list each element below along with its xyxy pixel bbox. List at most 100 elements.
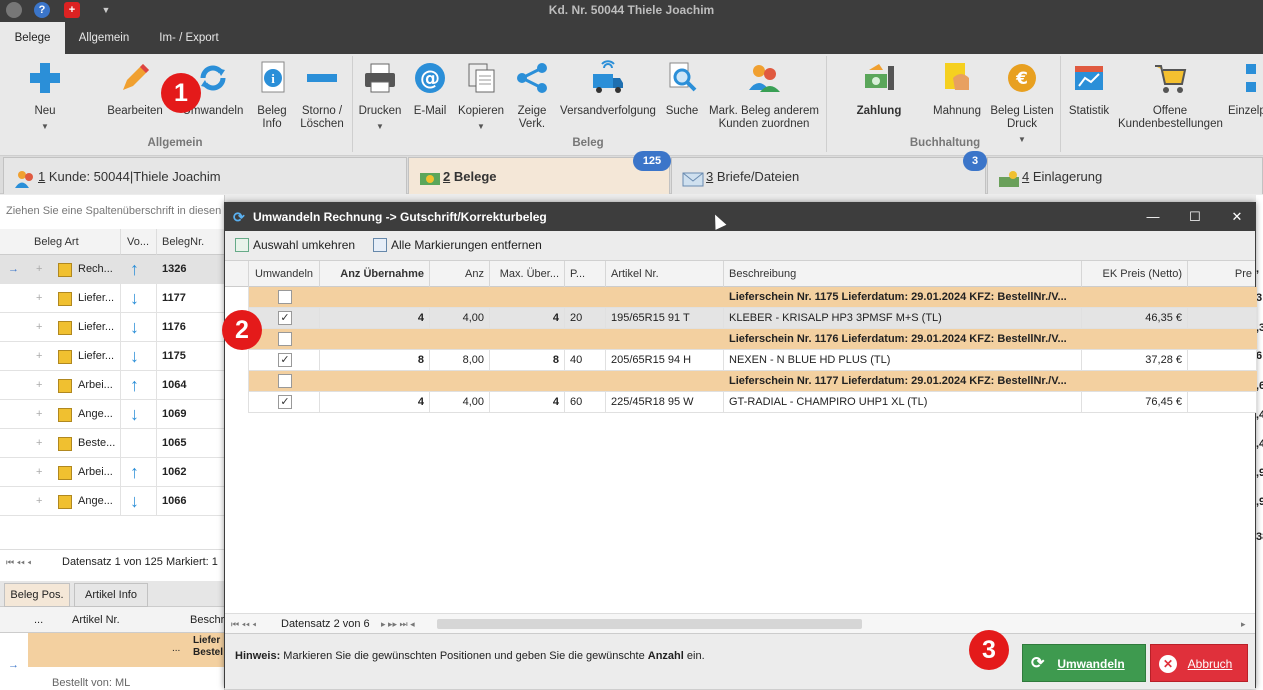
storno-button[interactable]: Storno / Löschen bbox=[298, 60, 346, 131]
search-button[interactable]: Suche bbox=[663, 60, 701, 118]
group-label-beleg: Beleg bbox=[572, 137, 604, 149]
expand-icon[interactable]: + bbox=[36, 487, 42, 516]
nav-first-icon[interactable]: ⏮ ◂◂ ◂ bbox=[6, 550, 31, 574]
close-button[interactable]: ✕ bbox=[1217, 203, 1257, 231]
scroll-right-icon[interactable]: ▸ bbox=[1241, 614, 1246, 634]
shipment-tracking-button[interactable]: Versandverfolgung bbox=[560, 60, 656, 118]
table-row[interactable]: + Beste... 1065 bbox=[0, 429, 225, 458]
group-row[interactable]: Lieferschein Nr. 1177 Lieferdatum: 29.01… bbox=[249, 371, 1257, 392]
table-row[interactable]: + Arbei... ↑ 1062 bbox=[0, 458, 225, 487]
dialog-toolbar: Auswahl umkehren Alle Markierungen entfe… bbox=[225, 231, 1255, 261]
belegnr-cell: 1175 bbox=[162, 350, 186, 362]
table-row[interactable]: 4 4,00 4 60 225/45R18 95 W GT-RADIAL - CHAMPI… bbox=[249, 392, 1257, 413]
table-row[interactable]: 8 8,00 8 40 205/65R15 94 H NEXEN - N BLUE HD … bbox=[249, 350, 1257, 371]
cancel-button[interactable]: ✕ Abbruch bbox=[1150, 644, 1248, 682]
table-row[interactable]: + Liefer... ↓ 1175 bbox=[0, 342, 225, 371]
convert-ok-button[interactable]: ⟳ Umwandeln bbox=[1022, 644, 1146, 682]
column-header-p[interactable]: P... bbox=[565, 261, 606, 287]
table-row[interactable]: + Arbei... ↑ 1064 bbox=[0, 371, 225, 400]
statistics-button[interactable]: Statistik bbox=[1066, 60, 1112, 118]
expand-icon[interactable]: + bbox=[36, 371, 42, 400]
preis-cell bbox=[1188, 350, 1257, 371]
group-row[interactable]: Lieferschein Nr. 1176 Lieferdatum: 29.01… bbox=[249, 329, 1257, 350]
column-header-belegnr[interactable]: BelegNr. bbox=[156, 229, 225, 255]
email-button[interactable]: @ E-Mail bbox=[410, 60, 450, 118]
expand-icon[interactable]: + bbox=[36, 313, 42, 342]
record-count: Datensatz 1 von 125 Markiert: 1 bbox=[62, 556, 218, 568]
new-button[interactable]: Neu ▼ bbox=[22, 60, 68, 133]
expand-icon[interactable]: + bbox=[36, 342, 42, 371]
group-checkbox[interactable] bbox=[278, 332, 292, 346]
artikel-nr-cell: 195/65R15 91 T bbox=[606, 308, 724, 329]
convert-checkbox[interactable]: ✓ bbox=[278, 353, 292, 367]
expand-icon[interactable]: + bbox=[36, 255, 42, 284]
tab-belege[interactable]: 2 Belege bbox=[408, 157, 670, 194]
nav-buttons-icon[interactable]: ⏮ ◂◂ ◂ bbox=[231, 614, 256, 634]
column-header-artikel-nr[interactable]: Artikel Nr. bbox=[606, 261, 724, 287]
column-header-beschreibung[interactable]: Beschreibung bbox=[724, 261, 1082, 287]
cut-off-value: ,9 bbox=[1256, 467, 1263, 479]
lower-grid-row[interactable]: ... Liefer Bestel bbox=[28, 633, 225, 667]
table-row[interactable]: 4 4,00 4 20 195/65R15 91 T KLEBER - KRISALP H… bbox=[249, 308, 1257, 329]
table-row[interactable]: + Ange... ↓ 1069 bbox=[0, 400, 225, 429]
belegnr-cell: 1069 bbox=[162, 408, 187, 420]
column-header-umwandeln[interactable]: Umwandeln bbox=[249, 261, 320, 287]
tab-einlagerung[interactable]: 4 Einlagerung bbox=[987, 157, 1263, 194]
clear-marks-button[interactable]: Alle Markierungen entfernen bbox=[373, 238, 542, 252]
horizontal-scrollbar[interactable] bbox=[437, 619, 862, 629]
minimize-button[interactable]: — bbox=[1133, 203, 1173, 231]
group-row[interactable]: Lieferschein Nr. 1175 Lieferdatum: 29.01… bbox=[249, 287, 1257, 308]
beleg-list-print-button[interactable]: € Beleg Listen Druck ▼ bbox=[990, 60, 1054, 146]
column-header-beleg-art[interactable]: Beleg Art bbox=[0, 229, 120, 255]
position-cell: 60 bbox=[565, 392, 606, 413]
reminder-button[interactable]: Mahnung bbox=[930, 60, 984, 118]
beschreibung-cell: GT-RADIAL - CHAMPIRO UHP1 XL (TL) bbox=[724, 392, 1082, 413]
maximize-button[interactable]: ☐ bbox=[1175, 203, 1215, 231]
plus-icon bbox=[27, 60, 63, 96]
show-links-button[interactable]: Zeige Verk. bbox=[512, 60, 552, 131]
expand-icon[interactable]: + bbox=[36, 400, 42, 429]
tab-beleg-pos[interactable]: Beleg Pos. bbox=[4, 583, 70, 607]
group-checkbox[interactable] bbox=[278, 290, 292, 304]
assign-customer-button[interactable]: Mark. Beleg anderem Kunden zuordnen bbox=[708, 60, 820, 131]
table-row[interactable]: + Ange... ↓ 1066 bbox=[0, 487, 225, 516]
lower-grid-header: ... Artikel Nr. Beschr bbox=[0, 607, 225, 633]
nav-next-icon[interactable]: ▸ ▸▸ ⏭ ◂ bbox=[381, 614, 415, 634]
tab-kunde[interactable]: 1 Kunde: 50044|Thiele Joachim bbox=[3, 157, 407, 194]
expand-icon[interactable]: + bbox=[36, 429, 42, 458]
ek-preis-cell: 76,45 € bbox=[1082, 392, 1188, 413]
expand-icon[interactable]: + bbox=[36, 458, 42, 487]
convert-checkbox[interactable]: ✓ bbox=[278, 311, 292, 325]
column-header-ek-preis[interactable]: EK Preis (Netto) bbox=[1082, 261, 1188, 287]
payment-button[interactable]: Zahlung bbox=[850, 60, 908, 118]
table-row[interactable]: + Liefer... ↓ 1176 bbox=[0, 313, 225, 342]
tab-artikel-info[interactable]: Artikel Info bbox=[74, 583, 148, 607]
expand-icon[interactable]: + bbox=[36, 284, 42, 313]
tab-briefe[interactable]: 3 Briefe/Dateien bbox=[671, 157, 986, 194]
edit-button[interactable]: Bearbeiten bbox=[105, 60, 165, 118]
group-checkbox[interactable] bbox=[278, 374, 292, 388]
column-header-anz[interactable]: Anz bbox=[430, 261, 490, 287]
table-row[interactable]: → + Rech... ↑ 1326 bbox=[0, 255, 225, 284]
column-header-max-uebernahme[interactable]: Max. Über... bbox=[490, 261, 565, 287]
ribbon-tab-belege[interactable]: Belege bbox=[0, 22, 65, 54]
column-header-vo[interactable]: Vo... bbox=[120, 229, 156, 255]
convert-checkbox[interactable]: ✓ bbox=[278, 395, 292, 409]
beleg-info-button[interactable]: i Beleg Info bbox=[252, 60, 292, 131]
ek-preis-cell: 37,28 € bbox=[1082, 350, 1188, 371]
anz-uebernahme-cell[interactable]: 4 bbox=[320, 308, 430, 329]
copy-button[interactable]: Kopieren ▼ bbox=[456, 60, 506, 133]
column-header-anz-uebernahme[interactable]: Anz Übernahme bbox=[320, 261, 430, 287]
ribbon-tab-import-export[interactable]: Im- / Export bbox=[150, 22, 228, 54]
anz-uebernahme-cell[interactable]: 4 bbox=[320, 392, 430, 413]
anz-cell: 4,00 bbox=[430, 392, 490, 413]
column-header-preis[interactable]: Pre bbox=[1188, 261, 1257, 287]
table-row[interactable]: + Liefer... ↓ 1177 bbox=[0, 284, 225, 313]
anz-uebernahme-cell[interactable]: 8 bbox=[320, 350, 430, 371]
open-orders-button[interactable]: Offene Kundenbestellungen bbox=[1118, 60, 1223, 131]
invert-selection-button[interactable]: Auswahl umkehren bbox=[235, 238, 355, 252]
artikel-nr-cell: 225/45R18 95 W bbox=[606, 392, 724, 413]
single-item-button[interactable]: Einzelp bbox=[1228, 60, 1263, 118]
ribbon-tab-allgemein[interactable]: Allgemein bbox=[72, 22, 136, 54]
print-button[interactable]: Drucken ▼ bbox=[358, 60, 402, 133]
